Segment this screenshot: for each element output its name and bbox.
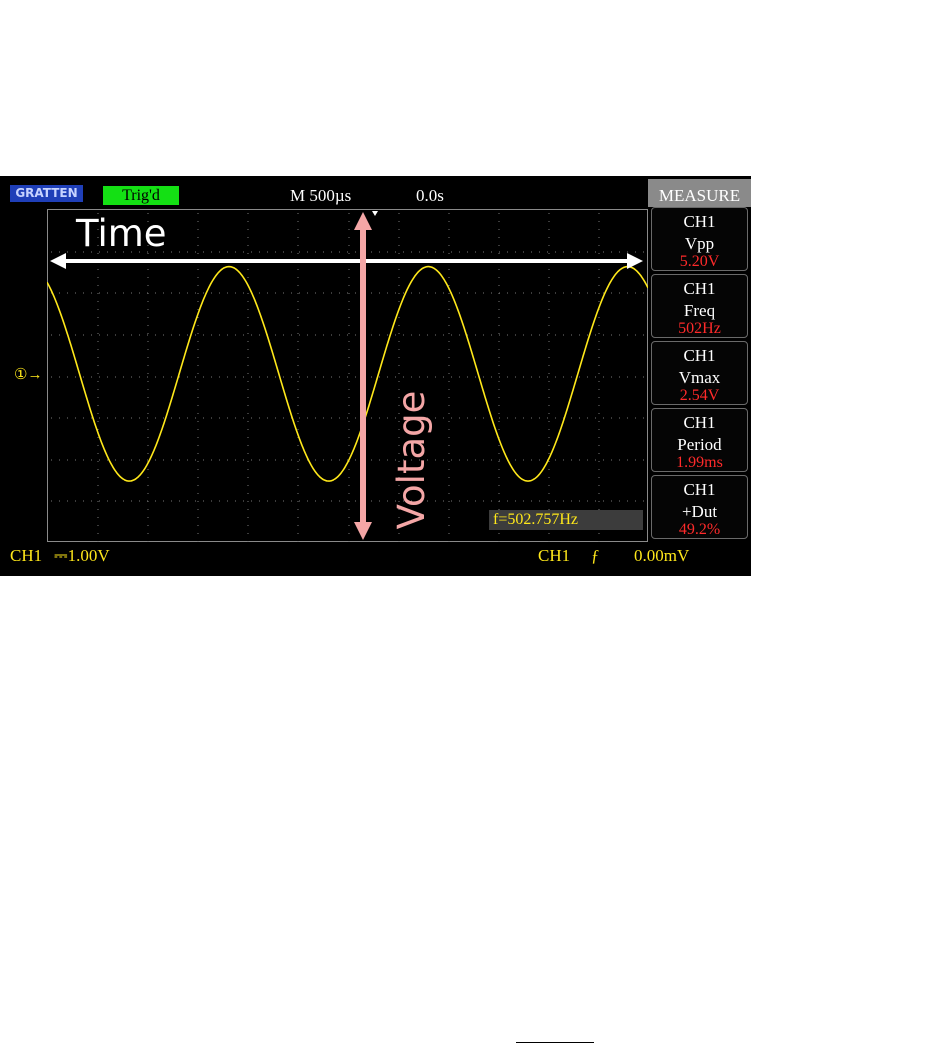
voltage-annotation-label: Voltage (390, 390, 433, 530)
channel-info-bar: CH1 ⎓1.00V CH1 ƒ 0.00mV (0, 543, 689, 576)
trigger-level: 0.00mV (634, 546, 690, 565)
measure-value: 49.2% (678, 521, 721, 538)
page-footer-rule (516, 1042, 594, 1043)
status-bar: GRATTEN Trig'd M 500µs 0.0s (0, 176, 648, 208)
measure-item-duty[interactable]: CH1 +Dut 49.2% (651, 475, 748, 539)
measure-label: Period (677, 435, 722, 454)
timebase-readout: M 500µs (290, 186, 352, 205)
graticule-dots (51, 213, 644, 542)
measure-label: Vpp (684, 234, 715, 253)
trigger-channel: CH1 (538, 546, 571, 565)
measure-channel: CH1 (683, 279, 716, 298)
trigger-edge-icon: ƒ (591, 546, 600, 565)
measure-value: 1.99ms (676, 454, 723, 471)
measure-value: 5.20V (679, 253, 720, 270)
time-annotation-label: Time (76, 212, 167, 255)
measure-channel: CH1 (683, 480, 716, 499)
measure-item-freq[interactable]: CH1 Freq 502Hz (651, 274, 748, 338)
measure-label: Freq (683, 301, 716, 320)
measure-channel: CH1 (683, 413, 716, 432)
trigger-position-readout: 0.0s (416, 186, 444, 205)
graticule-border (47, 209, 648, 542)
trigger-position-marker (372, 211, 378, 216)
channel-label: CH1 (10, 546, 43, 565)
measure-panel: MEASURE CH1 Vpp 5.20V CH1 Freq 502Hz CH1… (648, 176, 751, 543)
measure-item-period[interactable]: CH1 Period 1.99ms (651, 408, 748, 472)
ch1-waveform-trace (47, 265, 648, 482)
measure-label: +Dut (681, 502, 718, 521)
measure-item-vpp[interactable]: CH1 Vpp 5.20V (651, 207, 748, 271)
brand-logo: GRATTEN (10, 185, 83, 202)
measure-channel: CH1 (683, 212, 716, 231)
trigger-status-badge: Trig'd (103, 186, 179, 205)
measure-channel: CH1 (683, 346, 716, 365)
vertical-scale: ⎓1.00V (54, 546, 110, 565)
measure-label: Vmax (678, 368, 721, 387)
waveform-graticule (47, 209, 648, 542)
measure-value: 2.54V (679, 387, 720, 404)
frequency-counter: f=502.757Hz (489, 510, 643, 530)
ch1-ground-marker: ①→ (14, 367, 43, 383)
oscilloscope-screen: GRATTEN Trig'd M 500µs 0.0s ①→ f=502.757… (0, 176, 751, 576)
measure-item-vmax[interactable]: CH1 Vmax 2.54V (651, 341, 748, 405)
measure-value: 502Hz (678, 320, 721, 337)
measure-panel-title: MEASURE (648, 179, 751, 207)
